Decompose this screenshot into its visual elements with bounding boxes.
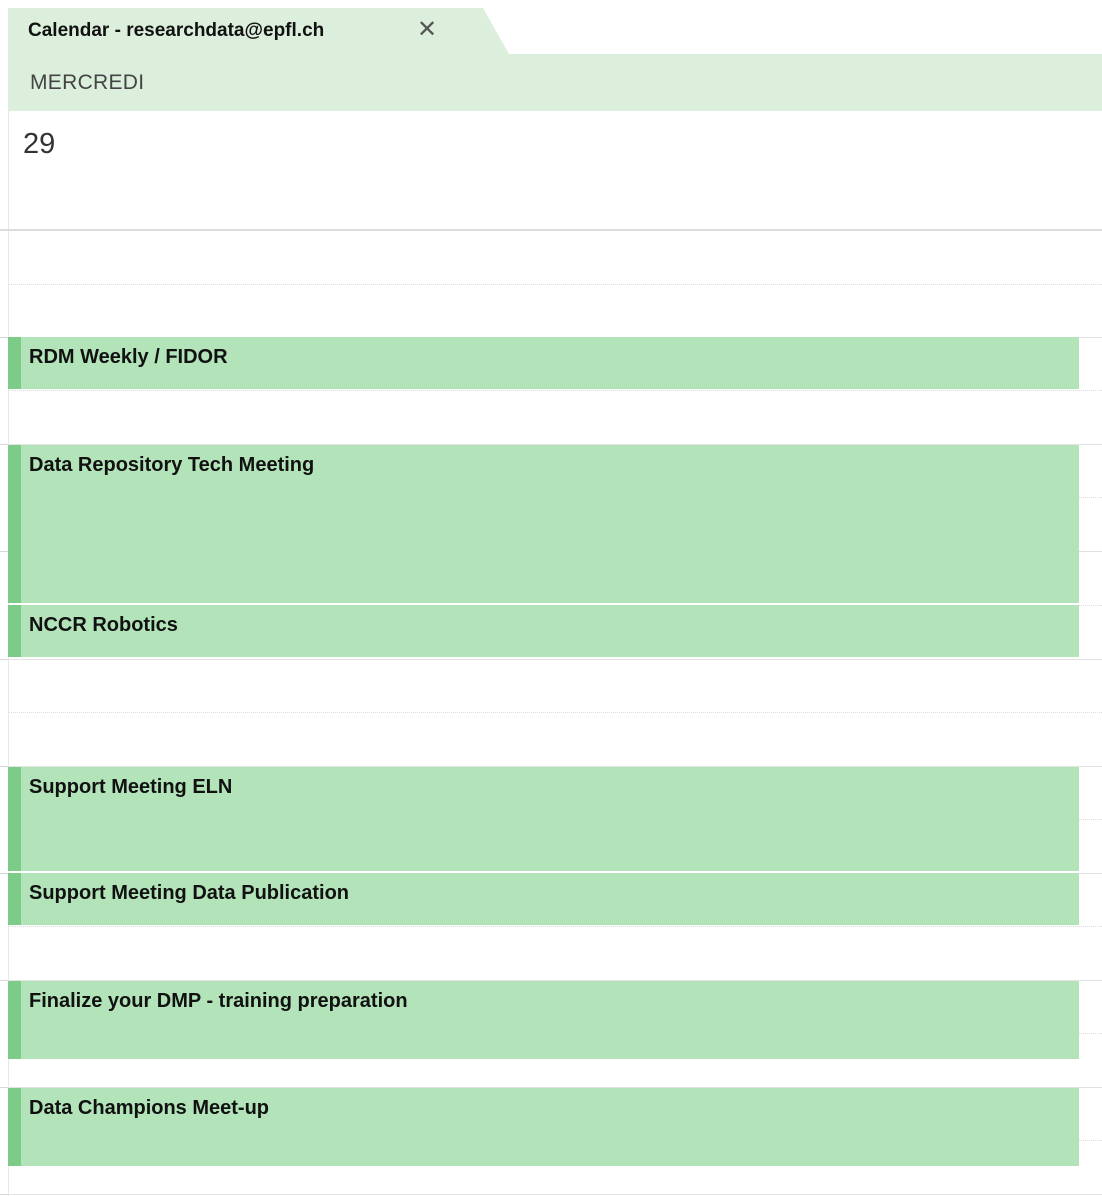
event-nccr-robotics[interactable]: NCCR Robotics bbox=[8, 605, 1079, 657]
event-accent-bar bbox=[8, 873, 21, 925]
half-hour-line bbox=[8, 712, 1102, 713]
hour-tick bbox=[0, 1194, 8, 1195]
event-rdm-weekly[interactable]: RDM Weekly / FIDOR bbox=[8, 337, 1079, 389]
event-title: Data Champions Meet-up bbox=[29, 1097, 270, 1119]
half-hour-line bbox=[8, 926, 1102, 927]
hour-line bbox=[8, 659, 1102, 660]
hour-tick bbox=[0, 1087, 8, 1088]
event-data-champions-meet-up[interactable]: Data Champions Meet-up bbox=[8, 1088, 1079, 1166]
event-accent-bar bbox=[8, 445, 21, 603]
event-title: Finalize your DMP - training preparation bbox=[29, 990, 408, 1012]
calendar-tab[interactable]: Calendar - researchdata@epfl.ch ✕ bbox=[8, 8, 509, 54]
half-hour-line bbox=[8, 284, 1102, 285]
hour-tick bbox=[0, 659, 8, 660]
tab-title: Calendar - researchdata@epfl.ch bbox=[28, 20, 325, 41]
event-support-meeting-eln[interactable]: Support Meeting ELN bbox=[8, 767, 1079, 871]
hour-tick bbox=[0, 766, 8, 767]
event-accent-bar bbox=[8, 981, 21, 1059]
day-name: MERCREDI bbox=[30, 71, 145, 94]
event-data-repository-tech-meeting[interactable]: Data Repository Tech Meeting bbox=[8, 445, 1079, 603]
hour-tick bbox=[0, 551, 8, 552]
day-number: 29 bbox=[23, 128, 56, 160]
event-title: Support Meeting Data Publication bbox=[29, 882, 350, 904]
hour-tick bbox=[0, 337, 8, 338]
event-finalize-your-dmp[interactable]: Finalize your DMP - training preparation bbox=[8, 981, 1079, 1059]
event-accent-bar bbox=[8, 605, 21, 657]
hour-tick bbox=[0, 444, 8, 445]
divider bbox=[0, 229, 1102, 231]
hour-tick bbox=[0, 873, 8, 874]
event-title: NCCR Robotics bbox=[29, 614, 178, 636]
event-title: Support Meeting ELN bbox=[29, 776, 233, 798]
hour-line bbox=[8, 1194, 1102, 1195]
event-accent-bar bbox=[8, 337, 21, 389]
event-accent-bar bbox=[8, 767, 21, 871]
half-hour-line bbox=[8, 390, 1102, 391]
event-support-meeting-data-publication[interactable]: Support Meeting Data Publication bbox=[8, 873, 1079, 925]
day-number-area[interactable]: 29 bbox=[8, 111, 1102, 229]
hour-tick bbox=[0, 980, 8, 981]
day-header: MERCREDI bbox=[8, 54, 1102, 111]
event-title: RDM Weekly / FIDOR bbox=[29, 346, 228, 368]
event-accent-bar bbox=[8, 1088, 21, 1166]
event-title: Data Repository Tech Meeting bbox=[29, 454, 315, 476]
calendar-day-view: Calendar - researchdata@epfl.ch ✕ MERCRE… bbox=[0, 0, 1102, 1196]
divider bbox=[8, 111, 9, 229]
close-icon[interactable]: ✕ bbox=[413, 16, 441, 44]
